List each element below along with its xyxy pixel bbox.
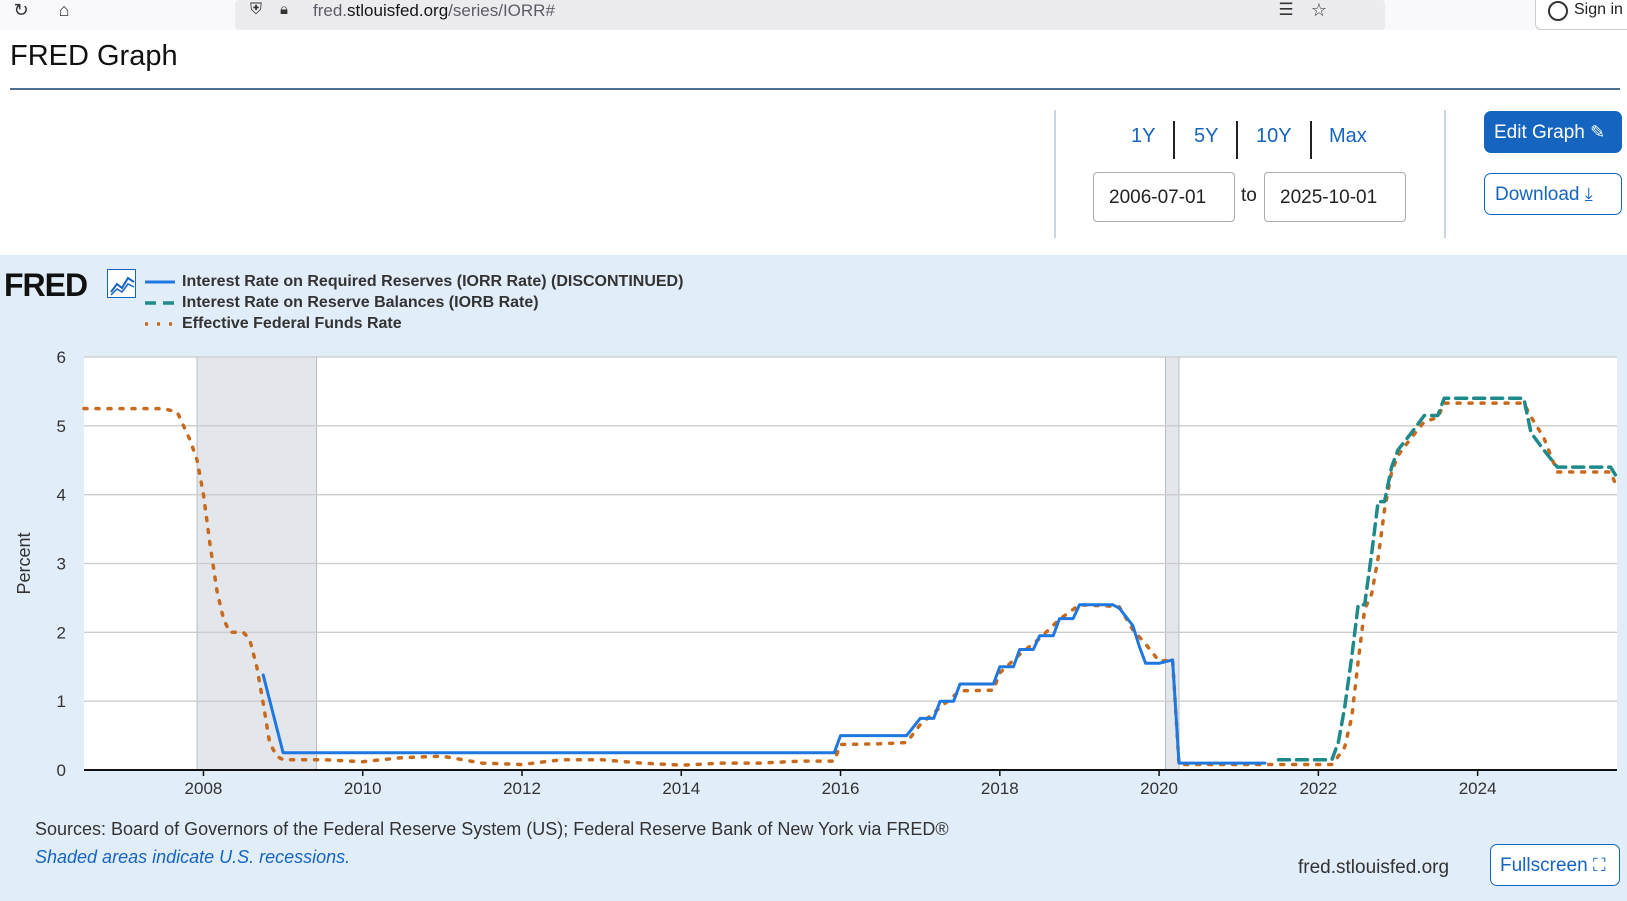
x-tick-label: 2010 [344,779,382,798]
fullscreen-icon: ⛶ [1592,855,1606,875]
x-tick-label: 2012 [503,779,541,798]
x-tick-label: 2016 [822,779,860,798]
x-tick-label: 2022 [1299,779,1337,798]
fred-site-text: fred.stlouisfed.org [1298,857,1450,878]
x-tick-label: 2020 [1140,779,1178,798]
x-tick-label: 2008 [185,779,223,798]
y-tick-label: 4 [57,486,66,505]
y-tick-label: 5 [57,417,66,436]
y-axis-label: Percent [14,532,34,594]
recession-note: Shaded areas indicate U.S. recessions. [35,847,351,867]
y-tick-label: 3 [57,555,66,574]
y-tick-label: 1 [57,692,66,711]
y-tick-label: 0 [57,761,66,780]
fullscreen-button[interactable]: Fullscreen ⛶ [1490,844,1620,886]
line-chart: 0 1 2 3 4 5 6 2008 2010 2012 2014 2016 2018 2020 2022 2… [14,348,1619,798]
sources-text: Sources: Board of Governors of the Feder… [35,819,949,839]
x-tick-label: 2018 [981,779,1019,798]
fullscreen-label: Fullscreen [1500,855,1588,876]
x-tick-label: 2014 [662,779,700,798]
x-tick-label: 2024 [1459,779,1497,798]
y-tick-label: 2 [57,623,66,642]
y-tick-label: 6 [57,348,66,367]
